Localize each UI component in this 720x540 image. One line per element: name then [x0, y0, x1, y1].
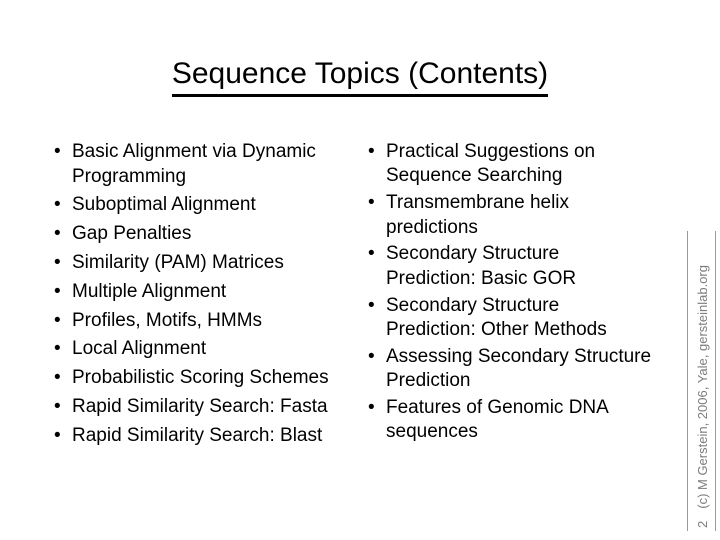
list-item: • Rapid Similarity Search: Fasta [50, 395, 360, 420]
bullet-icon: • [368, 243, 375, 265]
slide-canvas: Sequence Topics (Contents) • Basic Align… [0, 0, 720, 540]
list-item: • Basic Alignment via Dynamic Programmin… [50, 140, 360, 189]
bullet-icon: • [54, 367, 61, 389]
bullet-icon: • [368, 397, 375, 419]
list-item-label: Features of Genomic DNA sequences [386, 397, 608, 443]
list-item-label: Secondary Structure Prediction: Basic GO… [386, 243, 577, 289]
bullet-icon: • [54, 395, 61, 417]
list-item-label: Local Alignment [72, 338, 207, 360]
list-item: • Profiles, Motifs, HMMs [50, 309, 360, 334]
topic-list-left: • Basic Alignment via Dynamic Programmin… [50, 140, 360, 448]
bullet-icon: • [54, 194, 61, 216]
bullet-icon: • [54, 141, 61, 162]
list-item-label: Assessing Secondary Structure Prediction [386, 345, 652, 392]
list-item: • Similarity (PAM) Matrices [50, 251, 360, 276]
slide-number: 2 [695, 520, 710, 528]
list-item: • Secondary Structure Prediction: Other … [364, 294, 654, 343]
list-item: • Transmembrane helix predictions [364, 191, 654, 240]
page-title-text: Sequence Topics (Contents) [171, 56, 549, 97]
credit-sidebar: 2 (c) M Gerstein, 2006, Yale, gersteinla… [687, 231, 716, 531]
list-item-label: Rapid Similarity Search: Fasta [72, 395, 328, 417]
list-item: • Rapid Similarity Search: Blast [50, 424, 360, 449]
page-title: Sequence Topics (Contents) [0, 56, 720, 97]
list-item: • Suboptimal Alignment [50, 193, 360, 218]
bullet-icon: • [54, 223, 61, 245]
list-item-label: Secondary Structure Prediction: Other Me… [386, 294, 607, 341]
bullet-icon: • [54, 424, 61, 446]
topics-column-left: • Basic Alignment via Dynamic Programmin… [50, 140, 360, 452]
bullet-icon: • [368, 294, 375, 316]
list-item-label: Basic Alignment via Dynamic Programming [72, 141, 316, 187]
bullet-icon: • [54, 280, 61, 302]
bullet-icon: • [368, 192, 375, 214]
topic-list-right: • Practical Suggestions on Sequence Sear… [364, 140, 654, 445]
list-item-label: Multiple Alignment [72, 280, 227, 302]
list-item-label: Rapid Similarity Search: Blast [72, 424, 323, 446]
list-item-label: Suboptimal Alignment [72, 194, 256, 216]
bullet-icon: • [368, 141, 375, 162]
list-item: • Multiple Alignment [50, 280, 360, 305]
list-item: • Features of Genomic DNA sequences [364, 396, 654, 445]
list-item-label: Probabilistic Scoring Schemes [72, 367, 329, 389]
bullet-icon: • [54, 338, 61, 360]
bullet-icon: • [54, 309, 61, 331]
credit-rotated-group: 2 (c) M Gerstein, 2006, Yale, gersteinla… [688, 231, 717, 531]
copyright-text: (c) M Gerstein, 2006, Yale, gersteinlab.… [695, 265, 710, 509]
list-item: • Assessing Secondary Structure Predicti… [364, 345, 654, 394]
bullet-icon: • [368, 345, 375, 367]
list-item: • Probabilistic Scoring Schemes [50, 366, 360, 391]
list-item-label: Practical Suggestions on Sequence Search… [386, 141, 596, 187]
list-item-label: Gap Penalties [72, 223, 192, 245]
list-item: • Secondary Structure Prediction: Basic … [364, 242, 654, 291]
bullet-icon: • [54, 251, 61, 273]
list-item: • Gap Penalties [50, 222, 360, 247]
list-item-label: Similarity (PAM) Matrices [72, 251, 284, 273]
topics-column-right: • Practical Suggestions on Sequence Sear… [364, 140, 654, 447]
list-item-label: Transmembrane helix predictions [386, 192, 570, 238]
list-item: • Practical Suggestions on Sequence Sear… [364, 140, 654, 189]
list-item: • Local Alignment [50, 337, 360, 362]
list-item-label: Profiles, Motifs, HMMs [72, 309, 263, 331]
